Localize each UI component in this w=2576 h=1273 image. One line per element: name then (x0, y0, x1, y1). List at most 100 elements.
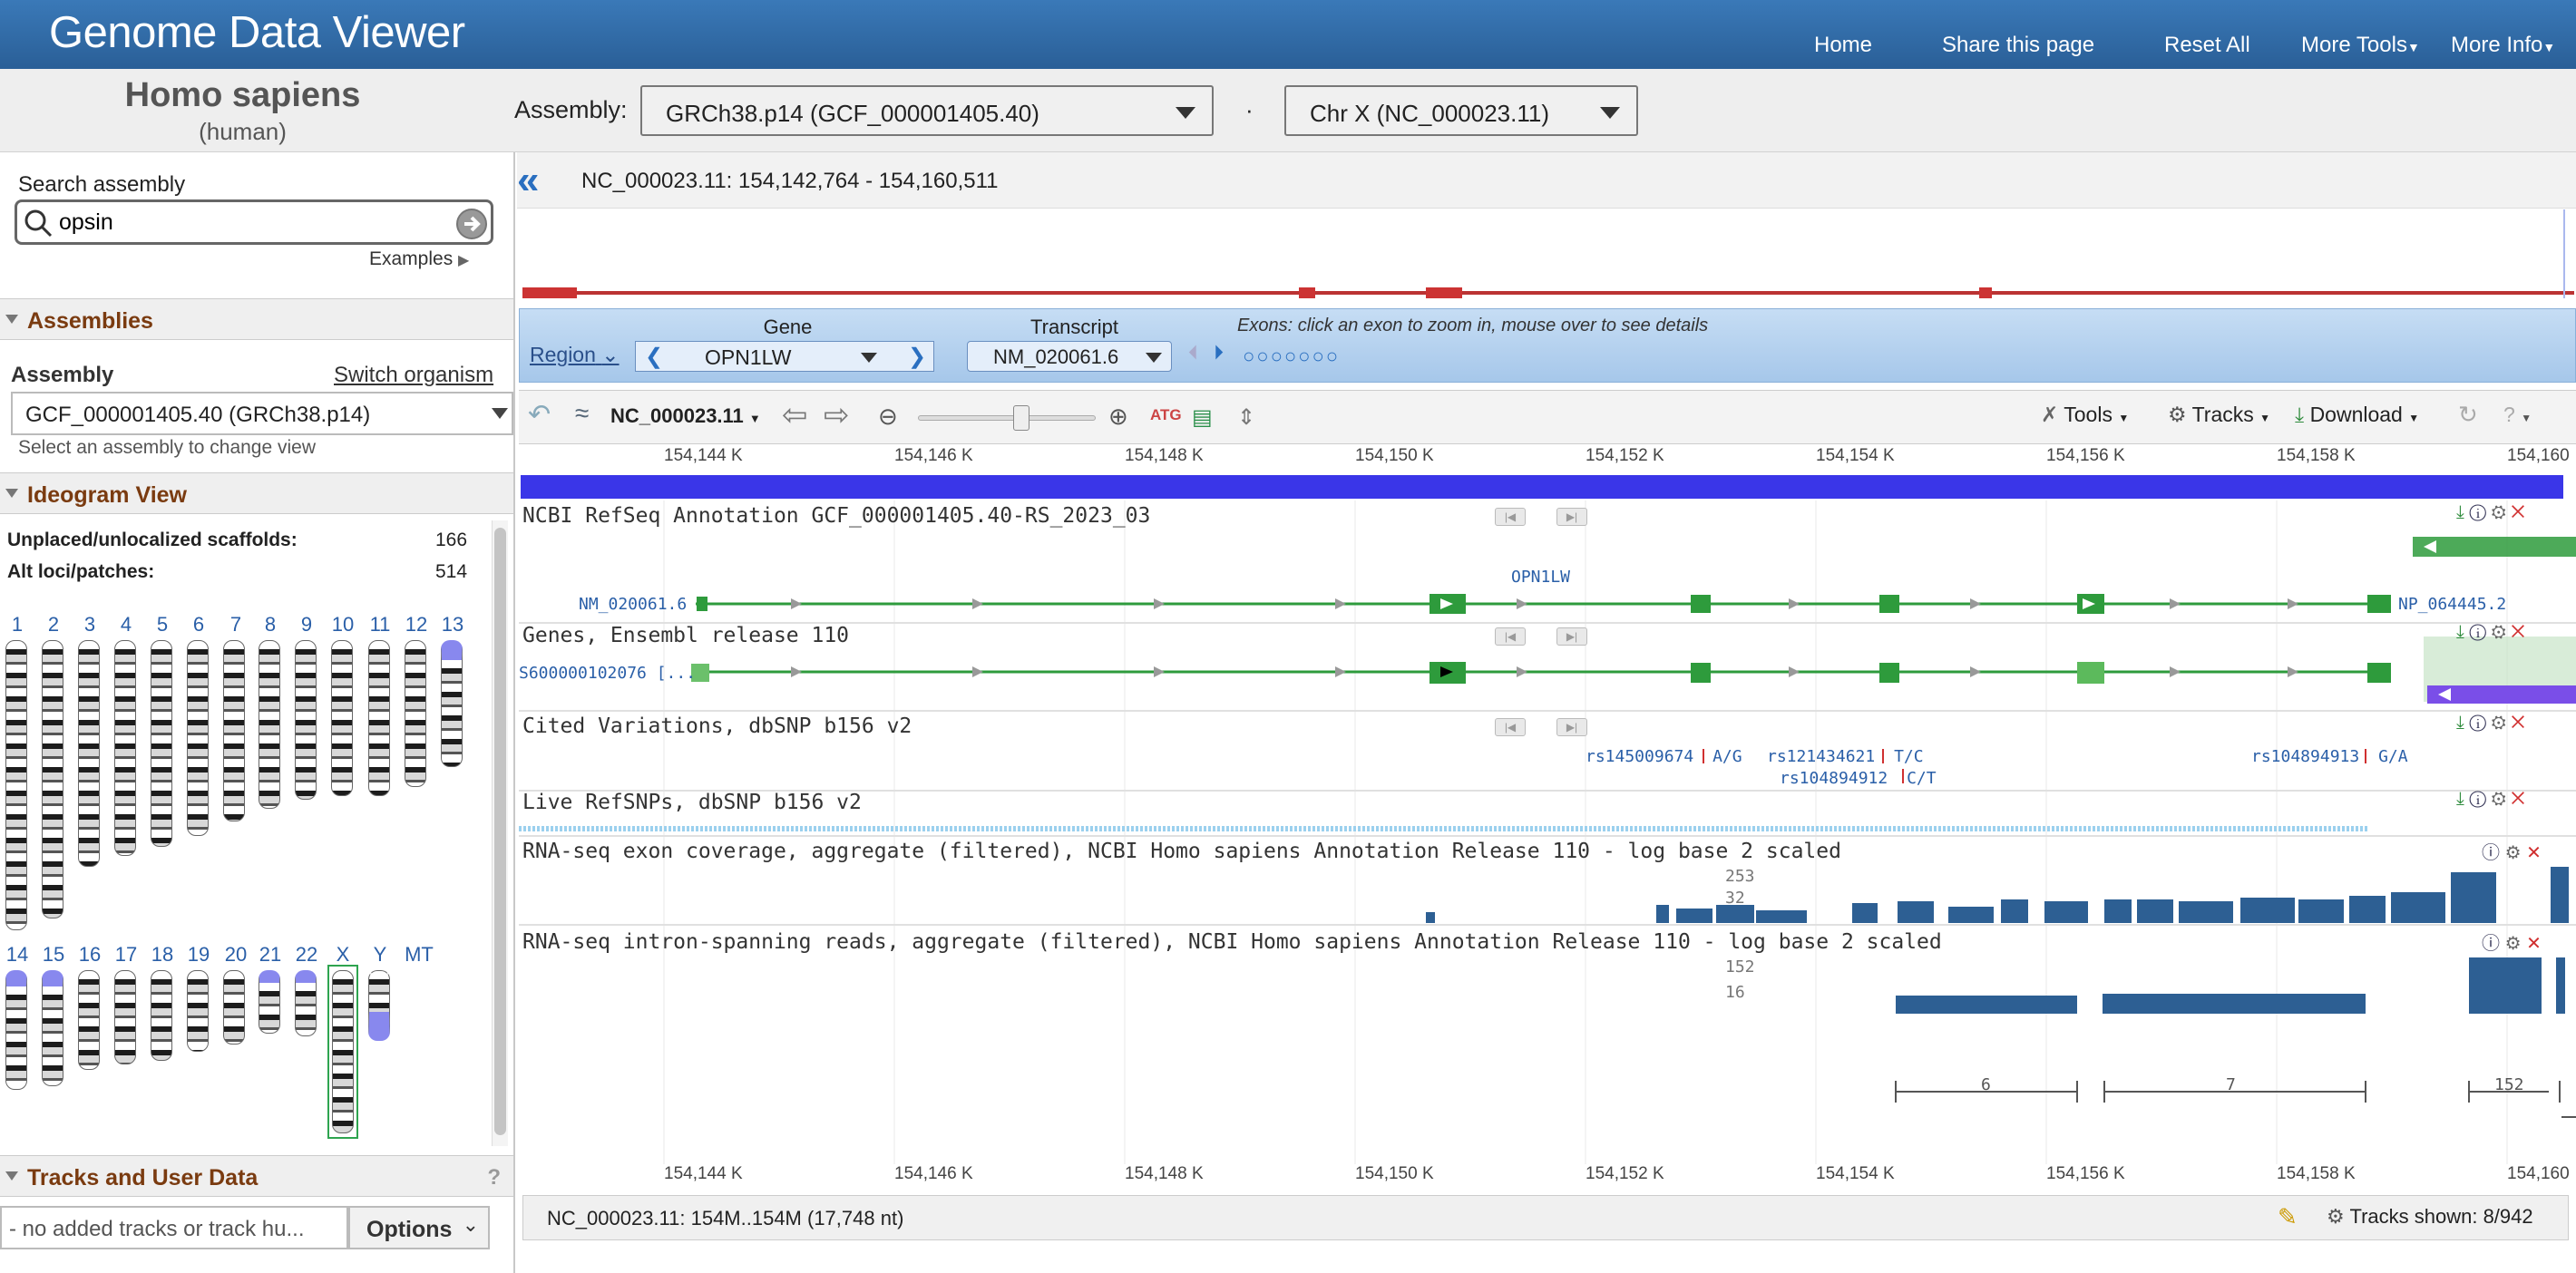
chr-label-19[interactable]: 19 (182, 943, 215, 967)
sequence-track-bar[interactable] (521, 475, 2563, 499)
close-icon[interactable]: ✕ (2526, 843, 2542, 863)
chromosome-20[interactable] (223, 970, 245, 1045)
edit-icon[interactable]: ✎ (2278, 1203, 2298, 1231)
chr-label-8[interactable]: 8 (254, 613, 287, 636)
search-input[interactable] (59, 208, 440, 237)
chr-label-22[interactable]: 22 (290, 943, 323, 967)
collapse-tracks-icon[interactable]: ⇕ (1237, 404, 1255, 431)
ideogram-section-header[interactable]: Ideogram View (0, 472, 513, 514)
tracks-menu[interactable]: ⚙ Tracks ▼ (2168, 403, 2270, 427)
gene-feature-label[interactable]: OPN1LW (1511, 568, 1570, 587)
close-icon[interactable]: ✕ (2511, 502, 2524, 522)
chromosome-x[interactable] (332, 970, 354, 1133)
chr-label-x[interactable]: X (327, 943, 359, 967)
collapse-panel-icon[interactable]: « (517, 158, 539, 203)
gear-icon[interactable]: ⚙ (2492, 502, 2506, 522)
options-button[interactable]: Options ⌄ (348, 1206, 490, 1249)
gear-icon[interactable]: ⚙ (2492, 789, 2506, 809)
download-icon[interactable]: ⤓ (2456, 789, 2464, 809)
track-page-last-icon[interactable]: ▶| (1556, 508, 1587, 526)
track-page-last-icon[interactable]: ▶| (1556, 718, 1587, 736)
chromosome-13[interactable] (441, 640, 463, 767)
chr-label-4[interactable]: 4 (110, 613, 142, 636)
gear-icon[interactable]: ⚙ (2505, 843, 2522, 863)
pan-right-icon[interactable]: ⇨ (824, 397, 850, 433)
chromosome-x-selected[interactable] (327, 965, 358, 1139)
chromosome-22[interactable] (295, 970, 317, 1036)
chromosome-7[interactable] (223, 640, 245, 821)
chr-label-18[interactable]: 18 (146, 943, 179, 967)
gear-icon[interactable]: ⚙ (2492, 713, 2506, 733)
chromosome-2[interactable] (42, 640, 63, 918)
chromosome-4[interactable] (114, 640, 136, 856)
chr-label-11[interactable]: 11 (364, 613, 396, 636)
pan-left-icon[interactable]: ⇦ (782, 397, 808, 433)
chromosome-11[interactable] (368, 640, 390, 796)
zoom-out-icon[interactable]: ⊖ (878, 403, 898, 431)
chr-label-7[interactable]: 7 (220, 613, 252, 636)
gear-icon[interactable]: ⚙ (2492, 622, 2506, 642)
snp-label[interactable]: rs145009674 A/G (1586, 747, 1742, 766)
ensembl-left-label[interactable]: S600000102076 [... (519, 664, 696, 683)
scrollbar-thumb[interactable] (494, 528, 506, 1135)
search-go-icon[interactable] (454, 207, 489, 241)
download-icon[interactable]: ⤓ (2456, 502, 2464, 522)
close-icon[interactable]: ✕ (2526, 934, 2542, 954)
refseq-right-label[interactable]: NP_064445.2 (2398, 595, 2506, 614)
nav-share[interactable]: Share this page (1942, 33, 2094, 58)
close-icon[interactable]: ✕ (2511, 622, 2524, 642)
chr-label-15[interactable]: 15 (37, 943, 70, 967)
switch-organism-link[interactable]: Switch organism (334, 363, 493, 388)
chromosome-17[interactable] (114, 970, 136, 1064)
prev-gene-icon[interactable]: ❮ (645, 344, 663, 370)
chromosome-19[interactable] (187, 970, 209, 1052)
info-icon[interactable]: ⓘ (2469, 789, 2486, 809)
region-menu[interactable]: Region ⌄ (530, 343, 620, 367)
tracks-grid-icon[interactable]: ▤ (1192, 404, 1213, 431)
close-icon[interactable]: ✕ (2511, 789, 2524, 809)
track-hub-input[interactable]: - no added tracks or track hu... (0, 1206, 348, 1249)
chr-label-12[interactable]: 12 (400, 613, 433, 636)
chromosome-8[interactable] (259, 640, 280, 809)
zoom-slider[interactable] (918, 405, 1096, 431)
chromosome-5[interactable] (151, 640, 172, 847)
snp-label[interactable]: rs104894913 G/A (2251, 747, 2408, 766)
chr-label-17[interactable]: 17 (110, 943, 142, 967)
examples-link[interactable]: Examples ▶ (369, 248, 469, 270)
snp-label[interactable]: rs104894912 C/T (1780, 769, 1937, 788)
info-icon[interactable]: ⓘ (2469, 622, 2486, 642)
chr-label-13[interactable]: 13 (436, 613, 469, 636)
track-page-last-icon[interactable]: ▶| (1556, 627, 1587, 646)
chr-label-2[interactable]: 2 (37, 613, 70, 636)
close-icon[interactable]: ✕ (2511, 713, 2524, 733)
nav-more-info[interactable]: More Info▼ (2451, 33, 2555, 58)
assemblies-section-header[interactable]: Assemblies (0, 298, 513, 340)
gear-icon[interactable]: ⚙ (2505, 934, 2522, 954)
sequence-view-icon[interactable]: ATG (1150, 406, 1182, 424)
download-icon[interactable]: ⤓ (2456, 622, 2464, 642)
chromosome-14[interactable] (5, 970, 27, 1090)
refseq-left-label[interactable]: NM_020061.6 (579, 595, 687, 614)
next-exon-icon[interactable]: ⏵ (1214, 341, 1224, 364)
overview-panel[interactable] (519, 209, 2576, 300)
nav-more-tools[interactable]: More Tools▼ (2301, 33, 2420, 58)
info-icon[interactable]: ⓘ (2469, 713, 2486, 733)
chromosome-y[interactable] (368, 970, 390, 1041)
help-menu[interactable]: ? ▼ (2503, 403, 2532, 427)
chr-label-3[interactable]: 3 (73, 613, 106, 636)
assembly-dropdown[interactable]: GCF_000001405.40 (GRCh38.p14) (11, 392, 513, 435)
chromosome-10[interactable] (331, 640, 353, 796)
track-page-first-icon[interactable]: |◀ (1495, 718, 1526, 736)
chr-label-y[interactable]: Y (364, 943, 396, 967)
chr-label-1[interactable]: 1 (1, 613, 34, 636)
sequence-menu[interactable]: NC_000023.11 ▼ (610, 404, 761, 428)
download-menu[interactable]: ⤓ Download ▼ (2295, 403, 2419, 427)
chromosome-1[interactable] (5, 640, 27, 930)
next-gene-icon[interactable]: ❯ (908, 344, 926, 370)
chromosome-15[interactable] (42, 970, 63, 1086)
chromosome-select[interactable]: Chr X (NC_000023.11) (1284, 85, 1638, 136)
undo-icon[interactable]: ↶ (528, 399, 551, 431)
zoom-in-icon[interactable]: ⊕ (1108, 403, 1128, 431)
tracks-shown[interactable]: ⚙ Tracks shown: 8/942 (2327, 1205, 2533, 1229)
zoom-slider-handle[interactable] (1013, 405, 1029, 431)
